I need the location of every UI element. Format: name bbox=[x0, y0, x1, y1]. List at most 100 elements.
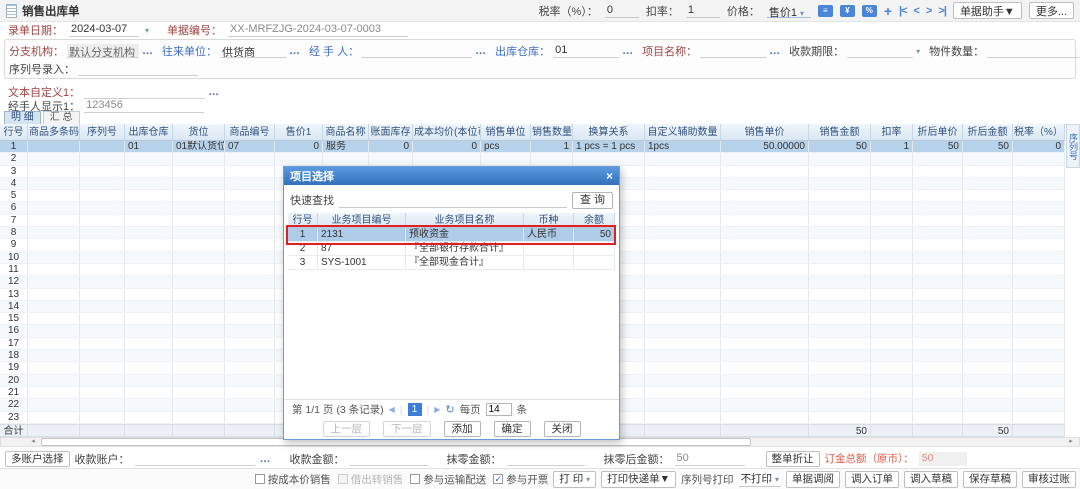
grid-cell[interactable] bbox=[871, 251, 913, 263]
grid-cell[interactable] bbox=[963, 227, 1013, 239]
grid-cell[interactable] bbox=[1013, 362, 1065, 374]
grid-cell[interactable] bbox=[913, 411, 963, 423]
warehouse-ellipsis-button[interactable]: … bbox=[622, 45, 633, 57]
grid-cell[interactable] bbox=[125, 337, 173, 350]
grid-cell[interactable] bbox=[80, 386, 125, 399]
grid-cell[interactable] bbox=[913, 374, 963, 386]
grid-cell[interactable] bbox=[173, 362, 225, 374]
grid-cell[interactable] bbox=[645, 288, 721, 300]
grid-cell[interactable] bbox=[913, 227, 963, 239]
grid-cell[interactable] bbox=[645, 362, 721, 374]
grid-cell[interactable] bbox=[645, 313, 721, 325]
grid-cell[interactable] bbox=[1013, 313, 1065, 325]
grid-cell[interactable] bbox=[173, 325, 225, 337]
grid-cell[interactable] bbox=[645, 300, 721, 313]
grid-cell[interactable] bbox=[721, 165, 809, 177]
grid-cell[interactable]: 0 bbox=[1013, 141, 1065, 153]
grid-cell[interactable] bbox=[80, 288, 125, 300]
grid-cell[interactable] bbox=[913, 239, 963, 251]
grid-cell[interactable] bbox=[225, 165, 275, 177]
grid-cell[interactable] bbox=[173, 214, 225, 227]
grid-cell[interactable]: 1 bbox=[871, 141, 913, 153]
grid-cell[interactable] bbox=[173, 399, 225, 411]
grid-cell[interactable] bbox=[225, 288, 275, 300]
grid-cell[interactable] bbox=[125, 214, 173, 227]
grid-cell[interactable]: 9 bbox=[0, 239, 28, 251]
grid-cell[interactable] bbox=[871, 313, 913, 325]
grid-cell[interactable] bbox=[645, 153, 721, 165]
grid-cell[interactable] bbox=[871, 153, 913, 165]
grid-header-cell[interactable]: 税率（%） bbox=[1013, 124, 1065, 141]
grid-cell[interactable]: 12 bbox=[0, 276, 28, 288]
grid-cell[interactable] bbox=[173, 239, 225, 251]
receive-account-input[interactable] bbox=[134, 452, 255, 466]
grid-cell[interactable] bbox=[871, 337, 913, 350]
grid-cell[interactable] bbox=[871, 399, 913, 411]
grid-cell[interactable] bbox=[809, 313, 871, 325]
grid-cell[interactable] bbox=[80, 239, 125, 251]
grid-cell[interactable] bbox=[80, 165, 125, 177]
grid-cell[interactable]: 3 bbox=[0, 165, 28, 177]
grid-header-cell[interactable]: 货位 bbox=[173, 124, 225, 141]
grid-cell[interactable] bbox=[225, 411, 275, 423]
grid-cell[interactable] bbox=[721, 276, 809, 288]
grid-cell[interactable] bbox=[125, 374, 173, 386]
grid-cell[interactable] bbox=[80, 251, 125, 263]
grid-cell[interactable]: 8 bbox=[0, 227, 28, 239]
grid-cell[interactable] bbox=[225, 362, 275, 374]
grid-cell[interactable] bbox=[809, 214, 871, 227]
more-button[interactable]: 更多... bbox=[1028, 2, 1074, 19]
grid-cell[interactable] bbox=[28, 325, 80, 337]
grid-cell[interactable] bbox=[125, 362, 173, 374]
footer-checkbox-unchecked[interactable]: 参与运输配送 bbox=[410, 472, 486, 487]
grid-cell[interactable] bbox=[125, 153, 173, 165]
grid-cell[interactable]: 50 bbox=[809, 141, 871, 153]
grid-cell[interactable] bbox=[28, 153, 80, 165]
grid-cell[interactable] bbox=[28, 300, 80, 313]
grid-cell[interactable]: 服务 bbox=[323, 141, 369, 153]
grid-cell[interactable] bbox=[173, 337, 225, 350]
grid-cell[interactable] bbox=[645, 202, 721, 214]
grid-cell[interactable] bbox=[173, 263, 225, 276]
grid-cell[interactable] bbox=[645, 214, 721, 227]
grid-cell[interactable] bbox=[225, 263, 275, 276]
grid-cell[interactable] bbox=[323, 153, 369, 165]
grid-cell[interactable] bbox=[645, 350, 721, 362]
grid-cell[interactable] bbox=[173, 251, 225, 263]
footer-checkbox-unchecked[interactable]: 按成本价销售 bbox=[254, 472, 331, 487]
grid-cell[interactable] bbox=[645, 251, 721, 263]
page-next-icon[interactable]: ▶ bbox=[434, 405, 440, 414]
footer-checkbox-checked[interactable]: 参与开票 bbox=[493, 472, 548, 487]
project-cell[interactable]: SYS-1001 bbox=[318, 256, 406, 269]
checkbox-icon[interactable] bbox=[254, 474, 265, 484]
custom-text-input[interactable] bbox=[84, 85, 205, 99]
grid-cell[interactable] bbox=[963, 202, 1013, 214]
grid-cell[interactable] bbox=[913, 251, 963, 263]
grid-cell[interactable] bbox=[963, 177, 1013, 190]
grid-cell[interactable] bbox=[125, 165, 173, 177]
grid-cell[interactable] bbox=[173, 276, 225, 288]
grid-cell[interactable] bbox=[531, 153, 573, 165]
grid-cell[interactable] bbox=[963, 276, 1013, 288]
grid-cell[interactable] bbox=[913, 399, 963, 411]
grid-cell[interactable] bbox=[913, 386, 963, 399]
grid-cell[interactable] bbox=[963, 362, 1013, 374]
grid-cell[interactable] bbox=[645, 386, 721, 399]
grid-cell[interactable]: 50.00000 bbox=[721, 141, 809, 153]
grid-cell[interactable]: 1 bbox=[0, 141, 28, 153]
grid-cell[interactable] bbox=[225, 190, 275, 202]
grid-cell[interactable] bbox=[173, 386, 225, 399]
grid-cell[interactable] bbox=[125, 202, 173, 214]
grid-cell[interactable] bbox=[125, 263, 173, 276]
grid-cell[interactable] bbox=[809, 350, 871, 362]
grid-header-cell[interactable]: 销售数量 bbox=[531, 124, 573, 141]
grid-cell[interactable] bbox=[225, 399, 275, 411]
grid-cell[interactable]: 5 bbox=[0, 190, 28, 202]
price-list-icon[interactable]: ≡ bbox=[817, 4, 833, 17]
grid-cell[interactable] bbox=[721, 313, 809, 325]
grid-cell[interactable] bbox=[809, 325, 871, 337]
grid-cell[interactable] bbox=[28, 337, 80, 350]
grid-cell[interactable] bbox=[173, 177, 225, 190]
grid-cell[interactable] bbox=[125, 288, 173, 300]
grid-cell[interactable] bbox=[913, 350, 963, 362]
